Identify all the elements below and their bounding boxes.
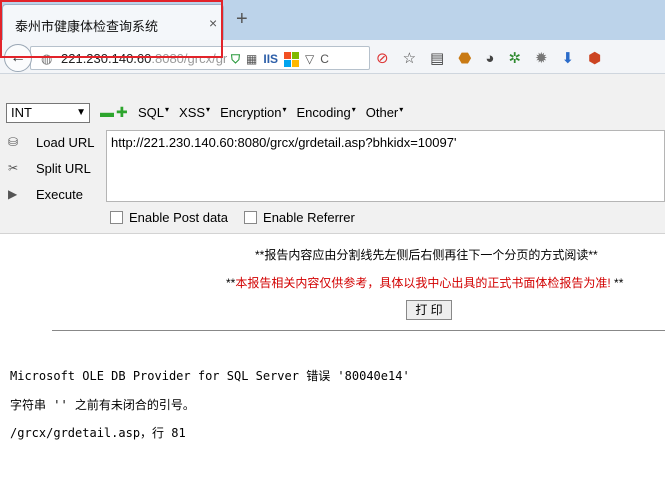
reading-notice: **报告内容应由分割线先左侧后右侧再往下一个分页的方式阅读**	[255, 248, 598, 262]
hackbar-side-buttons: ⛁ Load URL ✂ Split URL ▶ Execute	[0, 130, 106, 208]
int-select-value: INT	[11, 105, 32, 120]
hackbar-options: Enable Post data Enable Referrer	[110, 210, 355, 225]
checkbox-box[interactable]	[110, 211, 123, 224]
disclaimer-prefix: **	[226, 276, 236, 290]
globe-icon: ◍	[41, 51, 53, 66]
split-url-button[interactable]: ✂ Split URL	[0, 156, 106, 182]
tab-title: 泰州市健康体检查询系统	[15, 19, 159, 34]
hackbar-panel: INT ▼ ▬ ✚ SQL XSS Encryption Encoding Ot…	[0, 74, 665, 234]
disclaimer-text: 本报告相关内容仅供参考，具体以我中心出具的正式书面体检报告为准!	[235, 276, 611, 290]
load-url-button[interactable]: ⛁ Load URL	[0, 130, 106, 156]
checkbox-box[interactable]	[244, 211, 258, 224]
error-title: Microsoft OLE DB Provider for SQL Server…	[10, 369, 410, 383]
qr-code-icon[interactable]: ▦	[246, 52, 257, 66]
menu-xss[interactable]: XSS	[179, 105, 210, 120]
extension-grey-icon[interactable]: ✹	[535, 49, 548, 67]
error-message: 字符串 '' 之前有未闭合的引号。	[10, 398, 195, 412]
execute-icon: ▶	[8, 187, 18, 201]
tab-strip: 泰州市健康体检查询系统 × +	[0, 0, 665, 40]
enable-post-checkbox[interactable]: Enable Post data	[110, 210, 228, 225]
split-url-label: Split URL	[36, 161, 91, 176]
hackbar-menubar: INT ▼ ▬ ✚ SQL XSS Encryption Encoding Ot…	[0, 100, 665, 126]
url-path: :8080/grcx/gr	[151, 51, 227, 66]
nav-bar: ◍ 221.230.140.60:8080/grcx/gr ⛉ ▦ IIS ▽ …	[0, 40, 665, 74]
divider-line	[52, 330, 665, 331]
enable-referrer-label: Enable Referrer	[263, 210, 355, 225]
minus-icon[interactable]: ▬	[100, 104, 114, 120]
execute-button[interactable]: ▶ Execute	[0, 182, 106, 208]
back-button[interactable]: ←	[4, 44, 32, 72]
addon-icon[interactable]: ⬣	[458, 49, 471, 67]
print-button[interactable]: 打 印	[406, 300, 452, 320]
menu-other[interactable]: Other	[366, 105, 404, 120]
menu-encryption[interactable]: Encryption	[220, 105, 286, 120]
url-host: 221.230.140.60	[61, 51, 152, 66]
reload-icon[interactable]: C	[320, 52, 329, 66]
hackbar-url-value: http://221.230.140.60:8080/grcx/grdetail…	[111, 135, 457, 150]
error-location: /grcx/grdetail.asp，行 81	[10, 426, 186, 440]
bookmark-star-icon[interactable]: ☆	[403, 49, 416, 67]
split-icon: ✂	[8, 161, 19, 175]
new-tab-button[interactable]: +	[236, 8, 248, 31]
download-icon[interactable]: ⬇	[562, 49, 575, 67]
url-bar-icons: ⛉ ▦ IIS ▽ C	[231, 49, 329, 69]
int-select[interactable]: INT ▼	[6, 103, 90, 123]
reading-list-icon[interactable]: ▤	[430, 49, 444, 67]
block-icon[interactable]: ⊘	[376, 49, 389, 67]
disclaimer-notice: **本报告相关内容仅供参考，具体以我中心出具的正式书面体检报告为准! **	[226, 274, 623, 291]
disclaimer-suffix: **	[610, 276, 624, 290]
execute-label: Execute	[36, 187, 83, 202]
extension-green-icon[interactable]: ✲	[508, 49, 521, 67]
select-arrow-icon: ▼	[76, 107, 86, 118]
cookie-icon[interactable]: ◕	[485, 50, 494, 67]
adblock-icon[interactable]: ⬢	[588, 49, 601, 67]
dropdown-chevron-icon[interactable]: ▽	[305, 52, 314, 66]
windows-icon	[284, 51, 300, 67]
shield-check-icon[interactable]: ⛉	[231, 52, 240, 67]
plus-icon[interactable]: ✚	[116, 104, 128, 121]
toolbar-icons: ⊘ ☆ ▤ ⬣ ◕ ✲ ✹ ⬇ ⬢	[376, 46, 601, 70]
browser-tab[interactable]: 泰州市健康体检查询系统 ×	[2, 4, 224, 40]
url-bar[interactable]: ◍ 221.230.140.60:8080/grcx/gr ⛉ ▦ IIS ▽ …	[30, 46, 370, 70]
load-icon: ⛁	[8, 135, 19, 149]
enable-referrer-checkbox[interactable]: Enable Referrer	[244, 210, 355, 225]
tab-close-icon[interactable]: ×	[209, 15, 217, 31]
load-url-label: Load URL	[36, 135, 95, 150]
iis-badge[interactable]: IIS	[263, 52, 278, 66]
menu-sql[interactable]: SQL	[138, 105, 169, 120]
hackbar-url-textarea[interactable]: http://221.230.140.60:8080/grcx/grdetail…	[106, 130, 665, 202]
url-text[interactable]: 221.230.140.60:8080/grcx/gr	[61, 51, 227, 66]
hackbar-menus: SQL XSS Encryption Encoding Other	[138, 105, 403, 120]
menu-encoding[interactable]: Encoding	[297, 105, 356, 120]
enable-post-label: Enable Post data	[129, 210, 229, 225]
